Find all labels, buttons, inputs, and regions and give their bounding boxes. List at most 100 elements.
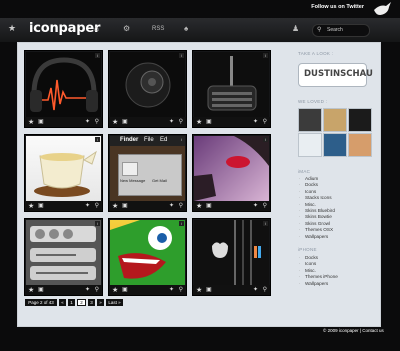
info-icon[interactable]: i: [95, 137, 100, 142]
tile-toolbar: ★ ▣ ✦ ⚲: [25, 285, 102, 295]
info-button-icon[interactable]: ▣: [122, 286, 128, 293]
tile-toolbar: ★ ▣ ✦ ⚲: [193, 201, 270, 211]
tile-teapot[interactable]: i ★ ▣ ✦ ⚲: [24, 134, 103, 212]
info-icon[interactable]: i: [179, 137, 184, 142]
we-loved-heading: WE LOVED :: [298, 99, 328, 104]
apple-icon[interactable]: ✦: [169, 118, 174, 125]
next-page-button[interactable]: »: [97, 299, 104, 306]
iphone-heading: iPHONE: [298, 247, 317, 252]
zoom-icon[interactable]: ⚲: [263, 202, 267, 209]
info-icon[interactable]: i: [263, 221, 268, 226]
loved-thumb[interactable]: [348, 133, 372, 157]
tile-media-player[interactable]: i ★ ▣ ✦ ⚲: [24, 218, 103, 296]
thumb-image: [26, 136, 101, 201]
zoom-icon[interactable]: ⚲: [95, 286, 99, 293]
search-input[interactable]: ⚲ Search: [312, 24, 370, 37]
tile-speaker[interactable]: i ★ ▣ ✦ ⚲: [108, 50, 187, 128]
content-panel: i ★ ▣ ✦ ⚲ i ★ ▣ ✦ ⚲ i ★ ▣ ✦ ⚲ i ★ ▣ ✦ ⚲ …: [17, 42, 381, 327]
search-icon: ⚲: [317, 27, 322, 33]
info-button-icon[interactable]: ▣: [38, 202, 44, 209]
zoom-icon[interactable]: ⚲: [263, 118, 267, 125]
last-page-button[interactable]: Last »: [106, 299, 123, 306]
loved-thumb[interactable]: [323, 108, 347, 132]
info-button-icon[interactable]: ▣: [122, 118, 128, 125]
info-icon[interactable]: i: [179, 53, 184, 58]
info-button-icon[interactable]: ▣: [38, 286, 44, 293]
tile-apple-wallpaper[interactable]: i ★ ▣ ✦ ⚲: [192, 218, 271, 296]
page-3-button[interactable]: 3: [88, 299, 95, 306]
tile-lips[interactable]: i ★ ▣ ✦ ⚲: [192, 134, 271, 212]
tile-green-monster[interactable]: i ★ ▣ ✦ ⚲: [108, 218, 187, 296]
star-icon[interactable]: ★: [196, 118, 202, 126]
tile-radio[interactable]: i ★ ▣ ✦ ⚲: [192, 50, 271, 128]
apple-icon[interactable]: ♠: [184, 24, 188, 33]
tile-toolbar: ★ ▣ ✦ ⚲: [193, 285, 270, 295]
twitter-bird-icon[interactable]: [372, 1, 392, 17]
tile-toolbar: ★ ▣ ✦ ⚲: [25, 117, 102, 127]
star-icon[interactable]: ★: [28, 202, 34, 210]
twitter-link[interactable]: Follow us on Twitter: [311, 4, 364, 10]
apple-icon[interactable]: ✦: [169, 202, 174, 209]
iphone-item[interactable]: Wallpapers: [298, 281, 338, 288]
loved-thumb[interactable]: [323, 133, 347, 157]
imac-category-list: Adium Docks Icons Stacks Icons Misc. Ski…: [298, 176, 335, 240]
apple-icon[interactable]: ✦: [85, 202, 90, 209]
zoom-icon[interactable]: ⚲: [263, 286, 267, 293]
info-icon[interactable]: i: [95, 53, 100, 58]
apple-icon[interactable]: ✦: [85, 118, 90, 125]
tile-headphones[interactable]: i ★ ▣ ✦ ⚲: [24, 50, 103, 128]
apple-icon[interactable]: ✦: [253, 202, 258, 209]
star-icon[interactable]: ★: [112, 202, 118, 210]
loved-thumb[interactable]: [298, 133, 322, 157]
info-icon[interactable]: i: [263, 137, 268, 142]
apple-icon[interactable]: ✦: [253, 286, 258, 293]
user-icon[interactable]: ♟: [292, 24, 299, 33]
apple-icon[interactable]: ✦: [169, 286, 174, 293]
zoom-icon[interactable]: ⚲: [95, 202, 99, 209]
star-icon[interactable]: ★: [112, 118, 118, 126]
main-nav: ★ iconpaper ⌂ ⚙ RSS ♠ ♟ ⚲ Search: [0, 18, 400, 42]
loved-thumb[interactable]: [298, 108, 322, 132]
info-icon[interactable]: i: [179, 221, 184, 226]
footer-text: © 2009 iconpaper | Contact us: [323, 328, 384, 333]
finder-menu-edit: Ed: [160, 137, 168, 143]
info-icon[interactable]: i: [95, 221, 100, 226]
new-message-label: New Message: [120, 178, 146, 183]
info-button-icon[interactable]: ▣: [206, 286, 212, 293]
imac-item[interactable]: Wallpapers: [298, 234, 335, 241]
star-icon[interactable]: ★: [112, 286, 118, 294]
info-icon[interactable]: i: [263, 53, 268, 58]
dustinschau-banner[interactable]: DUSTINSCHAU: [298, 63, 373, 87]
apple-icon[interactable]: ✦: [85, 286, 90, 293]
home-icon[interactable]: ⌂: [94, 24, 99, 33]
top-bar: Follow us on Twitter: [0, 0, 400, 17]
iphone-category-list: Docks Icons Misc. Themes iPhone Wallpape…: [298, 255, 338, 287]
loved-thumb[interactable]: [348, 108, 372, 132]
thumb-image: [194, 136, 269, 201]
star-icon[interactable]: ★: [28, 286, 34, 294]
info-button-icon[interactable]: ▣: [206, 118, 212, 125]
tile-toolbar: ★ ▣ ✦ ⚲: [109, 201, 186, 211]
star-icon[interactable]: ★: [8, 23, 16, 34]
star-icon[interactable]: ★: [196, 202, 202, 210]
thumb-image: Finder File Ed New Message Get Mail: [110, 136, 185, 201]
gear-icon[interactable]: ⚙: [123, 24, 130, 33]
prev-page-button[interactable]: «: [59, 299, 66, 306]
info-button-icon[interactable]: ▣: [206, 202, 212, 209]
nav-rss[interactable]: RSS: [152, 26, 164, 32]
finder-menu-file: File: [144, 137, 154, 143]
tile-finder-menu[interactable]: Finder File Ed New Message Get Mail i ★ ▣…: [108, 134, 187, 212]
page-1-button[interactable]: 1: [68, 299, 75, 306]
zoom-icon[interactable]: ⚲: [179, 286, 183, 293]
zoom-icon[interactable]: ⚲: [95, 118, 99, 125]
info-button-icon[interactable]: ▣: [38, 118, 44, 125]
page-2-button[interactable]: 2: [77, 299, 86, 306]
get-mail-label: Get Mail: [152, 178, 167, 183]
apple-icon[interactable]: ✦: [253, 118, 258, 125]
site-logo[interactable]: iconpaper: [29, 21, 100, 36]
zoom-icon[interactable]: ⚲: [179, 202, 183, 209]
star-icon[interactable]: ★: [196, 286, 202, 294]
info-button-icon[interactable]: ▣: [122, 202, 128, 209]
star-icon[interactable]: ★: [28, 118, 34, 126]
zoom-icon[interactable]: ⚲: [179, 118, 183, 125]
